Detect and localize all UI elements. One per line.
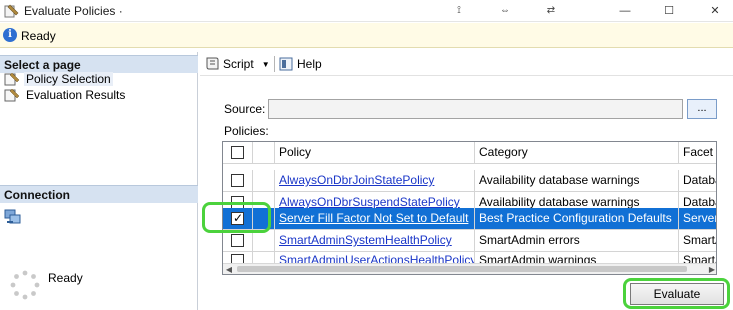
help-icon bbox=[279, 57, 293, 71]
remote-icon[interactable]: ⇔ bbox=[494, 2, 516, 20]
left-panel: Select a page Policy Selection Evaluatio… bbox=[0, 52, 198, 310]
scroll-thumb[interactable] bbox=[237, 266, 687, 272]
toolbar-separator bbox=[274, 56, 275, 72]
page-icon bbox=[4, 72, 20, 86]
maximize-button[interactable]: ☐ bbox=[654, 0, 684, 22]
progress-spinner-icon bbox=[10, 270, 40, 300]
window-title: Evaluate Policies · bbox=[24, 4, 123, 18]
facet-cell: SmartAd bbox=[679, 230, 716, 252]
switch-icon[interactable]: ⇄ bbox=[540, 2, 562, 20]
policy-checkbox[interactable] bbox=[231, 174, 244, 187]
category-cell: Availability database warnings bbox=[475, 170, 679, 192]
script-label: Script bbox=[223, 57, 254, 71]
policy-link[interactable]: AlwaysOnDbrSuspendStatePolicy bbox=[279, 195, 460, 209]
progress-status-text: Ready bbox=[48, 271, 83, 285]
pin-icon[interactable]: ⟟ bbox=[448, 2, 470, 20]
page-icon bbox=[4, 88, 20, 102]
server-connection-icon[interactable] bbox=[4, 209, 22, 225]
page-item-label: Policy Selection bbox=[24, 72, 113, 86]
help-label: Help bbox=[297, 57, 322, 71]
table-row[interactable]: AlwaysOnDbrJoinStatePolicy Availability … bbox=[223, 170, 716, 192]
page-item-policy-selection[interactable]: Policy Selection bbox=[4, 71, 113, 87]
page-item-evaluation-results[interactable]: Evaluation Results bbox=[4, 87, 127, 103]
toolbar: Script ▼ Help bbox=[200, 52, 733, 76]
app-icon bbox=[4, 4, 19, 18]
connection-header: Connection bbox=[0, 185, 198, 203]
policies-label: Policies: bbox=[224, 124, 269, 138]
status-bar: i Ready bbox=[0, 23, 733, 48]
select-all-cell[interactable] bbox=[223, 142, 253, 164]
column-header-category[interactable]: Category bbox=[475, 142, 679, 164]
checkbox-highlight bbox=[202, 202, 271, 233]
page-item-label: Evaluation Results bbox=[26, 88, 126, 102]
column-header-facet[interactable]: Facet bbox=[679, 142, 716, 164]
source-input[interactable] bbox=[268, 99, 683, 119]
source-label: Source: bbox=[224, 102, 266, 116]
column-header-policy[interactable]: Policy bbox=[275, 142, 475, 164]
policy-link[interactable]: Server Fill Factor Not Set to Default bbox=[279, 211, 468, 225]
facet-cell: Databas bbox=[679, 170, 716, 192]
scroll-right-icon[interactable]: ▶ bbox=[706, 264, 716, 274]
policy-checkbox[interactable] bbox=[231, 234, 244, 247]
close-button[interactable]: ✕ bbox=[700, 0, 730, 22]
select-all-checkbox[interactable] bbox=[231, 146, 244, 159]
status-text: Ready bbox=[21, 29, 56, 43]
header-gap bbox=[253, 142, 275, 164]
table-row-selected[interactable]: Server Fill Factor Not Set to Default Be… bbox=[223, 208, 716, 230]
horizontal-scrollbar[interactable]: ◀ ▶ bbox=[223, 263, 716, 274]
grid-header-row: Policy Category Facet bbox=[223, 142, 716, 164]
script-icon bbox=[206, 57, 219, 70]
browse-button[interactable]: ... bbox=[687, 99, 717, 119]
policy-link[interactable]: AlwaysOnDbrJoinStatePolicy bbox=[279, 173, 434, 187]
policy-link[interactable]: SmartAdminSystemHealthPolicy bbox=[279, 233, 452, 247]
category-cell: SmartAdmin errors bbox=[475, 230, 679, 252]
table-row[interactable]: SmartAdminSystemHealthPolicy SmartAdmin … bbox=[223, 230, 716, 252]
script-button[interactable]: Script ▼ bbox=[204, 55, 270, 73]
evaluate-button[interactable]: Evaluate bbox=[630, 283, 724, 305]
chevron-down-icon[interactable]: ▼ bbox=[262, 60, 270, 69]
info-icon: i bbox=[3, 28, 17, 42]
policies-grid: Policy Category Facet AlwaysOnDbrJoinSta… bbox=[222, 141, 717, 275]
minimize-button[interactable]: — bbox=[610, 0, 640, 22]
title-bar: Evaluate Policies · ⟟ ⇔ ⇄ — ☐ ✕ bbox=[0, 0, 733, 22]
facet-cell: Server C bbox=[679, 208, 716, 230]
category-cell: Best Practice Configuration Defaults bbox=[475, 208, 679, 230]
scroll-left-icon[interactable]: ◀ bbox=[223, 264, 235, 274]
help-button[interactable]: Help bbox=[278, 55, 322, 73]
